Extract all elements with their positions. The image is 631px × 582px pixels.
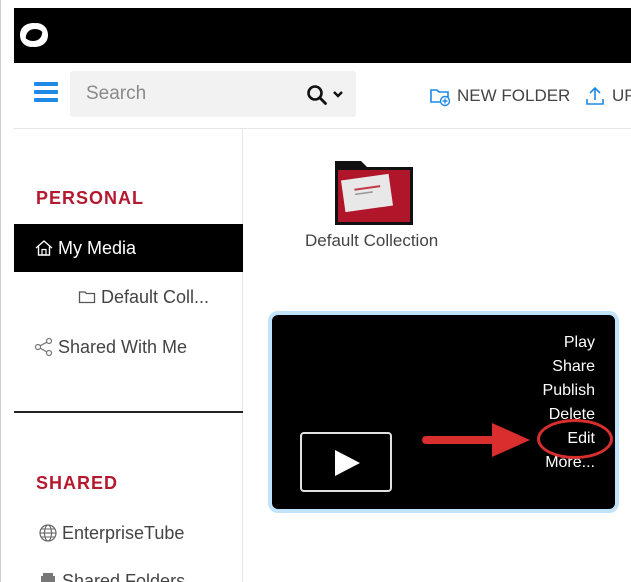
search-icon[interactable] [306,84,328,106]
section-title-personal: PERSONAL [36,188,145,208]
folder-icon [78,291,96,304]
sidebar-item-shared-with-me[interactable]: Shared With Me [14,323,243,371]
sidebar-item-label: EnterpriseTube [62,522,185,543]
upload-icon [586,86,604,105]
menu-item-play[interactable]: Play [543,331,595,355]
sidebar-item-label: My Media [58,237,137,258]
new-folder-label: NEW FOLDER [457,86,571,105]
main-content: Default Collection Play Share Publish De… [243,129,631,582]
folder-plus-icon [430,89,451,107]
sidebar-item-default-collection[interactable]: Default Coll... [14,273,243,321]
home-icon [35,240,53,256]
sidebar-item-shared-folders[interactable]: Shared Folders [14,557,243,582]
sidebar-divider [14,411,243,413]
chevron-down-icon[interactable] [332,88,344,100]
hamburger-icon[interactable] [34,82,58,102]
upload-label: UP [612,86,631,105]
collection-label: Default Collection [305,231,439,250]
sidebar-item-label: Default Coll... [101,286,210,307]
app-logo-icon[interactable] [17,20,51,50]
annotation-highlight-ring [537,419,613,459]
share-icon [34,337,53,357]
top-bar [14,8,631,63]
search-input[interactable] [70,71,290,117]
toolbar: NEW FOLDER UP [14,63,631,129]
menu-item-publish[interactable]: Publish [543,379,595,403]
section-title-shared: SHARED [36,473,119,493]
sidebar-item-my-media[interactable]: My Media [14,224,243,272]
play-button[interactable] [300,432,392,492]
video-card[interactable]: Play Share Publish Delete Edit More... [268,311,619,513]
search-box [70,71,356,117]
play-icon [335,450,360,476]
new-folder-button[interactable]: NEW FOLDER [429,81,570,111]
globe-icon [39,524,57,542]
collection-folder-thumbnail[interactable] [335,161,413,225]
sidebar: PERSONAL My Media Default Coll... Shared… [14,129,243,582]
app-frame: NEW FOLDER UP PERSONAL My Media [0,0,631,582]
shared-folders-icon [41,573,55,582]
menu-item-share[interactable]: Share [543,355,595,379]
sidebar-item-enterprisetube[interactable]: EnterpriseTube [14,509,243,557]
upload-button[interactable]: UP [584,81,631,111]
sidebar-item-label: Shared Folders [62,570,186,582]
sidebar-item-label: Shared With Me [58,336,188,357]
annotation-arrow-icon [422,423,530,457]
